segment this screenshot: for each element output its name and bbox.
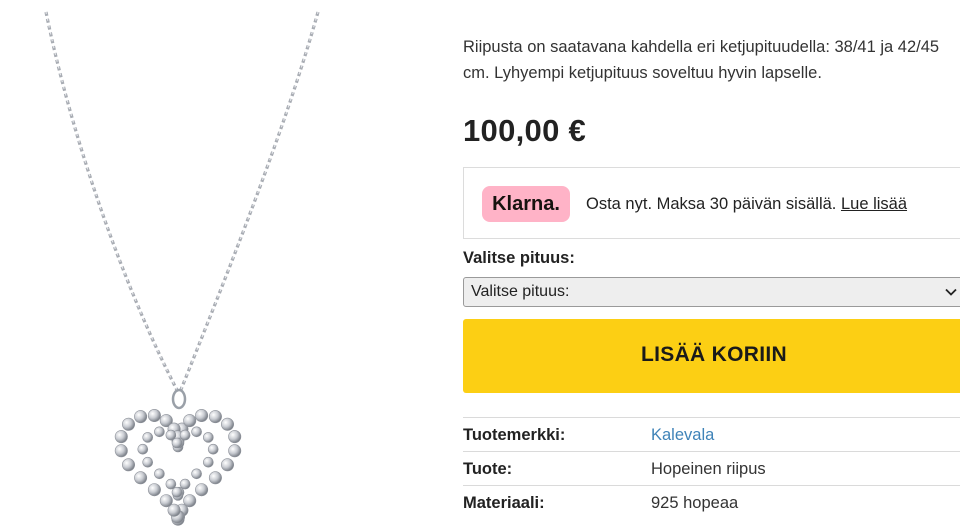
- pendant-bead: [142, 432, 153, 443]
- klarna-text: Osta nyt. Maksa 30 päivän sisällä.: [586, 195, 837, 213]
- brand-link[interactable]: Kalevala: [651, 426, 714, 445]
- necklace-chain: [44, 11, 320, 410]
- klarna-banner: Klarna. Osta nyt. Maksa 30 päivän sisäll…: [463, 167, 960, 239]
- spec-value: Hopeinen riipus: [651, 460, 766, 478]
- pendant-bead: [208, 471, 222, 485]
- pendant-bead: [142, 456, 153, 468]
- heart-pendant: [114, 408, 242, 526]
- pendant-bead: [203, 432, 214, 443]
- pendant-bead: [195, 408, 209, 422]
- pendant-bead: [154, 426, 165, 438]
- spec-row-material: Materiaali: 925 hopeaa: [463, 485, 960, 519]
- spec-row-brand: Tuotemerkki: Kalevala: [463, 417, 960, 451]
- spec-key: Tuotemerkki:: [463, 426, 566, 444]
- pendant-bead: [221, 458, 235, 472]
- klarna-logo: Klarna.: [482, 186, 570, 222]
- pendant-bead: [147, 483, 161, 497]
- pendant-bead: [171, 437, 183, 449]
- pendant-bead: [122, 458, 136, 472]
- pendant-bead: [122, 417, 136, 431]
- pendant-bead: [203, 456, 214, 468]
- pendant-bead: [134, 471, 148, 485]
- pendant-bead: [195, 483, 209, 497]
- pendant-bead: [191, 426, 202, 438]
- pendant-bead: [134, 410, 148, 424]
- klarna-message: Osta nyt. Maksa 30 päivän sisällä. Lue l…: [586, 195, 907, 214]
- pendant-bead: [228, 430, 242, 444]
- product-price: 100,00 €: [463, 113, 587, 148]
- spec-value: 925 hopeaa: [651, 494, 739, 512]
- spec-row-product: Tuote: Hopeinen riipus: [463, 451, 960, 485]
- length-select-value: Valitse pituus:: [471, 283, 570, 300]
- spec-key: Tuote:: [463, 460, 513, 478]
- klarna-read-more-link[interactable]: Lue lisää: [841, 195, 907, 213]
- pendant-bead: [208, 410, 222, 424]
- pendant-bead: [191, 468, 202, 480]
- pendant-bead: [114, 430, 128, 444]
- length-select[interactable]: Valitse pituus:: [463, 277, 960, 307]
- pendant-bead: [114, 444, 128, 458]
- add-to-cart-label: LISÄÄ KORIIN: [641, 343, 787, 366]
- pendant-bead: [137, 443, 149, 455]
- pendant-bead: [154, 468, 165, 480]
- pendant-bead: [165, 478, 177, 490]
- pendant-bead: [207, 443, 219, 455]
- length-select-label: Valitse pituus:: [463, 249, 575, 267]
- pendant-bead: [147, 408, 161, 422]
- add-to-cart-button[interactable]: LISÄÄ KORIIN: [463, 319, 960, 393]
- product-specs-table: Tuotemerkki: Kalevala Tuote: Hopeinen ri…: [463, 417, 960, 519]
- pendant-bead: [228, 444, 242, 458]
- chevron-down-icon: [945, 288, 957, 296]
- pendant-bead: [221, 417, 235, 431]
- spec-key: Materiaali:: [463, 494, 545, 512]
- product-description: Riipusta on saatavana kahdella eri ketju…: [463, 38, 940, 82]
- product-image[interactable]: [0, 0, 400, 527]
- pendant-bead: [159, 494, 173, 508]
- pendant-bead: [183, 414, 197, 428]
- pendant-bead: [179, 429, 191, 441]
